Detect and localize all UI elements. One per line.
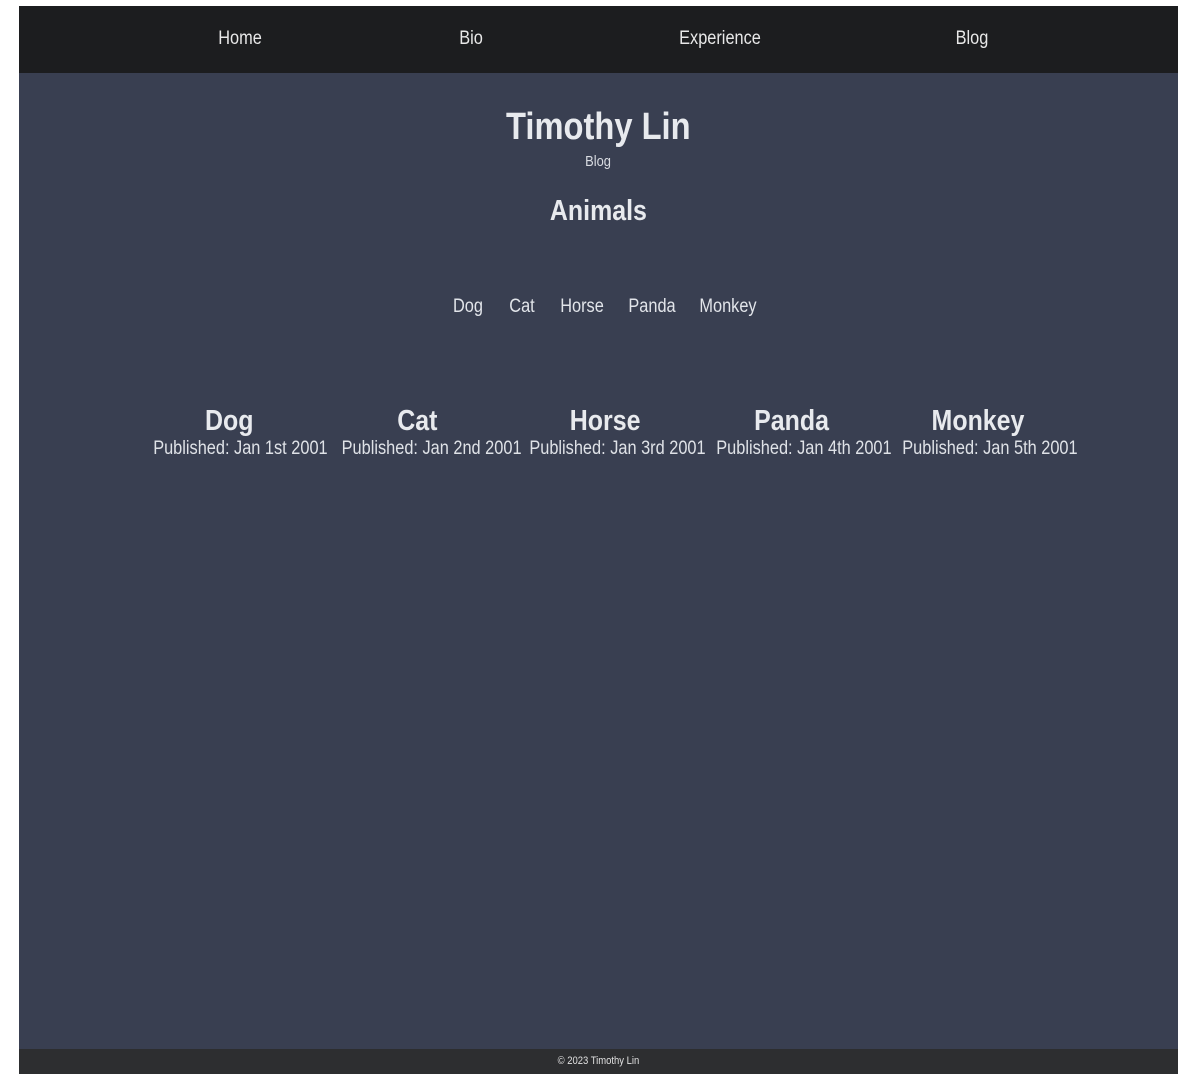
topic-link-cat[interactable]: Cat — [507, 295, 537, 319]
nav-experience-link[interactable]: Experience — [679, 28, 761, 50]
post-date: Published: Jan 3rd 2001 — [529, 438, 706, 459]
post-card[interactable]: Cat Published: Jan 2nd 2001 — [327, 404, 522, 460]
post-title[interactable]: Monkey — [888, 404, 1068, 438]
top-navbar: Home Bio Experience Blog — [19, 6, 1178, 73]
topic-link-dog[interactable]: Dog — [451, 295, 486, 319]
post-title[interactable]: Dog — [139, 404, 319, 438]
post-date: Published: Jan 5th 2001 — [902, 438, 1078, 459]
post-date: Published: Jan 2nd 2001 — [341, 438, 522, 459]
topic-links: Dog Cat Horse Panda Monkey — [19, 295, 1178, 319]
post-card[interactable]: Horse Published: Jan 3rd 2001 — [515, 404, 706, 460]
post-card[interactable]: Panda Published: Jan 4th 2001 — [702, 404, 892, 460]
post-card[interactable]: Monkey Published: Jan 5th 2001 — [888, 404, 1078, 460]
topic-link-panda[interactable]: Panda — [625, 295, 680, 319]
post-card[interactable]: Dog Published: Jan 1st 2001 — [139, 404, 328, 460]
footer-copyright: © 2023 Timothy Lin — [557, 1055, 640, 1067]
topic-link-monkey[interactable]: Monkey — [695, 295, 762, 319]
page: Home Bio Experience Blog Timothy Lin Blo… — [19, 6, 1178, 1074]
post-date: Published: Jan 4th 2001 — [716, 438, 892, 459]
footer: © 2023 Timothy Lin — [19, 1049, 1178, 1074]
nav-bio-link[interactable]: Bio — [459, 28, 483, 50]
post-title[interactable]: Cat — [327, 404, 507, 438]
nav-home-link[interactable]: Home — [218, 28, 262, 50]
section-title: Animals — [549, 195, 648, 227]
site-title: Timothy Lin — [506, 106, 691, 148]
site-subtitle: Blog — [585, 153, 612, 170]
post-date: Published: Jan 1st 2001 — [153, 438, 328, 459]
nav-blog-link[interactable]: Blog — [956, 28, 989, 50]
post-title[interactable]: Panda — [702, 404, 882, 438]
topic-link-horse[interactable]: Horse — [557, 295, 608, 319]
post-list: Dog Published: Jan 1st 2001 Cat Publishe… — [19, 404, 1178, 474]
post-title[interactable]: Horse — [515, 404, 695, 438]
